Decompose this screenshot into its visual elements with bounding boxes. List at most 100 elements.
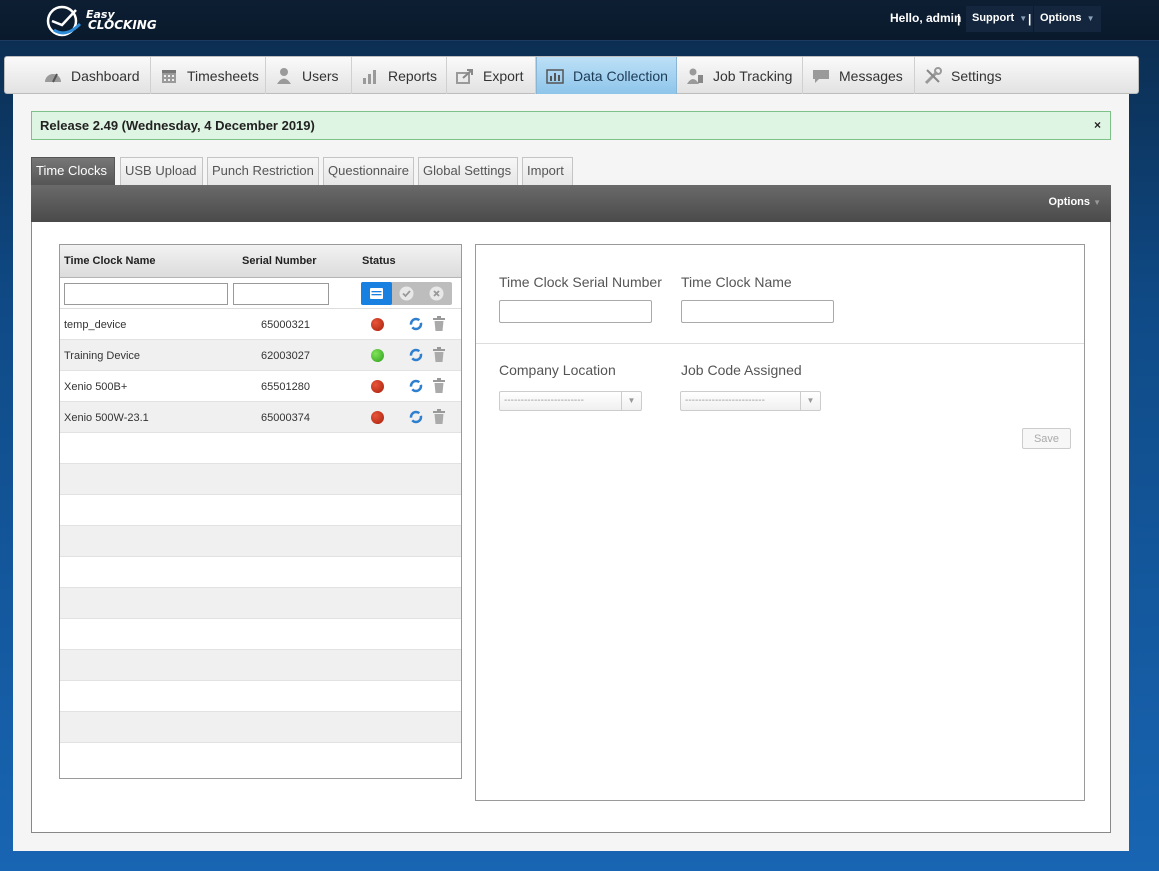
nav-label: Settings [951,67,1002,84]
serial-filter-input[interactable] [233,283,329,305]
time-clock-name: Training Device [64,350,141,362]
save-button[interactable]: Save [1022,428,1071,449]
top-bar: Easy CLOCKING Hello, admin | Support ▼ |… [0,0,1159,41]
release-text: Release 2.49 (Wednesday, 4 December 2019… [40,118,315,133]
filter-online-button[interactable] [391,282,422,305]
nav-job-tracking[interactable]: Job Tracking [677,57,803,94]
empty-row [60,557,461,588]
options-menu-button[interactable]: Options ▼ [1034,6,1101,32]
sync-icon[interactable] [409,348,423,362]
tab-global-settings[interactable]: Global Settings [418,157,518,185]
data-collection-icon [545,67,565,85]
bar-chart-icon [360,67,380,85]
status-offline-icon [371,411,384,424]
trash-icon[interactable] [433,347,445,362]
time-clock-name: temp_device [64,319,127,331]
options-dropdown[interactable]: Options ▼ [1048,196,1101,208]
filter-all-button[interactable] [361,282,392,305]
separator: | [957,12,961,26]
column-header-serial[interactable]: Serial Number [242,255,317,267]
tab-body: Time Clock Name Serial Number Status tem… [31,222,1111,833]
chevron-down-icon: ▼ [1019,14,1028,23]
list-icon [370,288,383,299]
tab-usb-upload[interactable]: USB Upload [120,157,203,185]
name-filter-input[interactable] [64,283,228,305]
user-icon [274,67,294,85]
company-location-select[interactable]: ------------------------ ▼ [499,391,642,411]
tab-punch-restriction[interactable]: Punch Restriction [207,157,319,185]
company-location-label: Company Location [499,362,616,378]
nav-label: Export [483,67,524,84]
svg-text:CLOCKING: CLOCKING [88,18,157,32]
close-icon[interactable]: × [1094,118,1101,132]
company-location-value: ------------------------ [504,395,584,406]
time-clock-name-input[interactable] [681,300,834,323]
nav-label: Messages [839,67,903,84]
status-filter-group [361,282,452,305]
job-code-select[interactable]: ------------------------ ▼ [680,391,821,411]
greeting-text: Hello, admin [890,11,962,25]
empty-row [60,495,461,526]
support-label: Support [972,12,1015,24]
trash-icon[interactable] [433,316,445,331]
nav-data-collection[interactable]: Data Collection [536,57,677,94]
column-header-name[interactable]: Time Clock Name [64,255,156,267]
tab-toolbar: Options ▼ [31,185,1111,222]
sync-icon[interactable] [409,410,423,424]
nav-label: Reports [388,67,438,84]
tab-questionnaire[interactable]: Questionnaire [323,157,414,185]
serial-number: 65000374 [261,412,310,424]
empty-row [60,681,461,712]
tab-time-clocks[interactable]: Time Clocks [31,157,115,185]
nav-export[interactable]: Export [447,57,536,94]
table-row[interactable]: Xenio 500B+ 65501280 [60,371,461,402]
empty-row [60,588,461,619]
brand-logo[interactable]: Easy CLOCKING [46,2,186,38]
chevron-down-icon: ▼ [800,392,820,410]
nav-label: Users [302,67,339,84]
trash-icon[interactable] [433,378,445,393]
sync-icon[interactable] [409,379,423,393]
job-code-label: Job Code Assigned [681,362,802,378]
options-label: Options [1048,196,1091,208]
main-nav: Dashboard Timesheets Users Reports Expor… [4,56,1139,94]
sync-icon[interactable] [409,317,423,331]
nav-dashboard[interactable]: Dashboard [35,57,151,94]
table-row[interactable]: Training Device 62003027 [60,340,461,371]
empty-row [60,712,461,743]
trash-icon[interactable] [433,409,445,424]
column-header-status[interactable]: Status [362,255,396,267]
status-online-icon [371,349,384,362]
nav-timesheets[interactable]: Timesheets [151,57,266,94]
serial-number: 65501280 [261,381,310,393]
calendar-icon [159,67,179,85]
serial-number-input[interactable] [499,300,652,323]
filter-offline-button[interactable] [421,282,452,305]
separator: | [1028,12,1032,26]
support-menu-button[interactable]: Support ▼ [966,6,1034,32]
tab-import[interactable]: Import [522,157,573,185]
time-clock-name: Xenio 500W-23.1 [64,412,149,424]
table-row[interactable]: Xenio 500W-23.1 65000374 [60,402,461,433]
empty-row [60,433,461,464]
time-clock-grid: Time Clock Name Serial Number Status tem… [59,244,462,779]
empty-row [60,464,461,495]
export-icon [455,67,475,85]
divider [476,343,1084,344]
serial-number-label: Time Clock Serial Number [499,274,662,290]
nav-messages[interactable]: Messages [803,57,915,94]
chevron-down-icon: ▼ [621,392,641,410]
time-clock-form: Time Clock Serial Number Time Clock Name… [475,244,1085,801]
nav-reports[interactable]: Reports [352,57,447,94]
nav-users[interactable]: Users [266,57,352,94]
table-row[interactable]: temp_device 65000321 [60,309,461,340]
empty-row [60,526,461,557]
status-offline-icon [371,318,384,331]
x-circle-icon [429,286,444,301]
nav-settings[interactable]: Settings [915,57,1011,94]
grid-header: Time Clock Name Serial Number Status [60,245,461,278]
serial-number: 62003027 [261,350,310,362]
nav-label: Job Tracking [713,67,793,84]
content-panel: Release 2.49 (Wednesday, 4 December 2019… [13,94,1129,851]
speedometer-icon [43,67,63,85]
